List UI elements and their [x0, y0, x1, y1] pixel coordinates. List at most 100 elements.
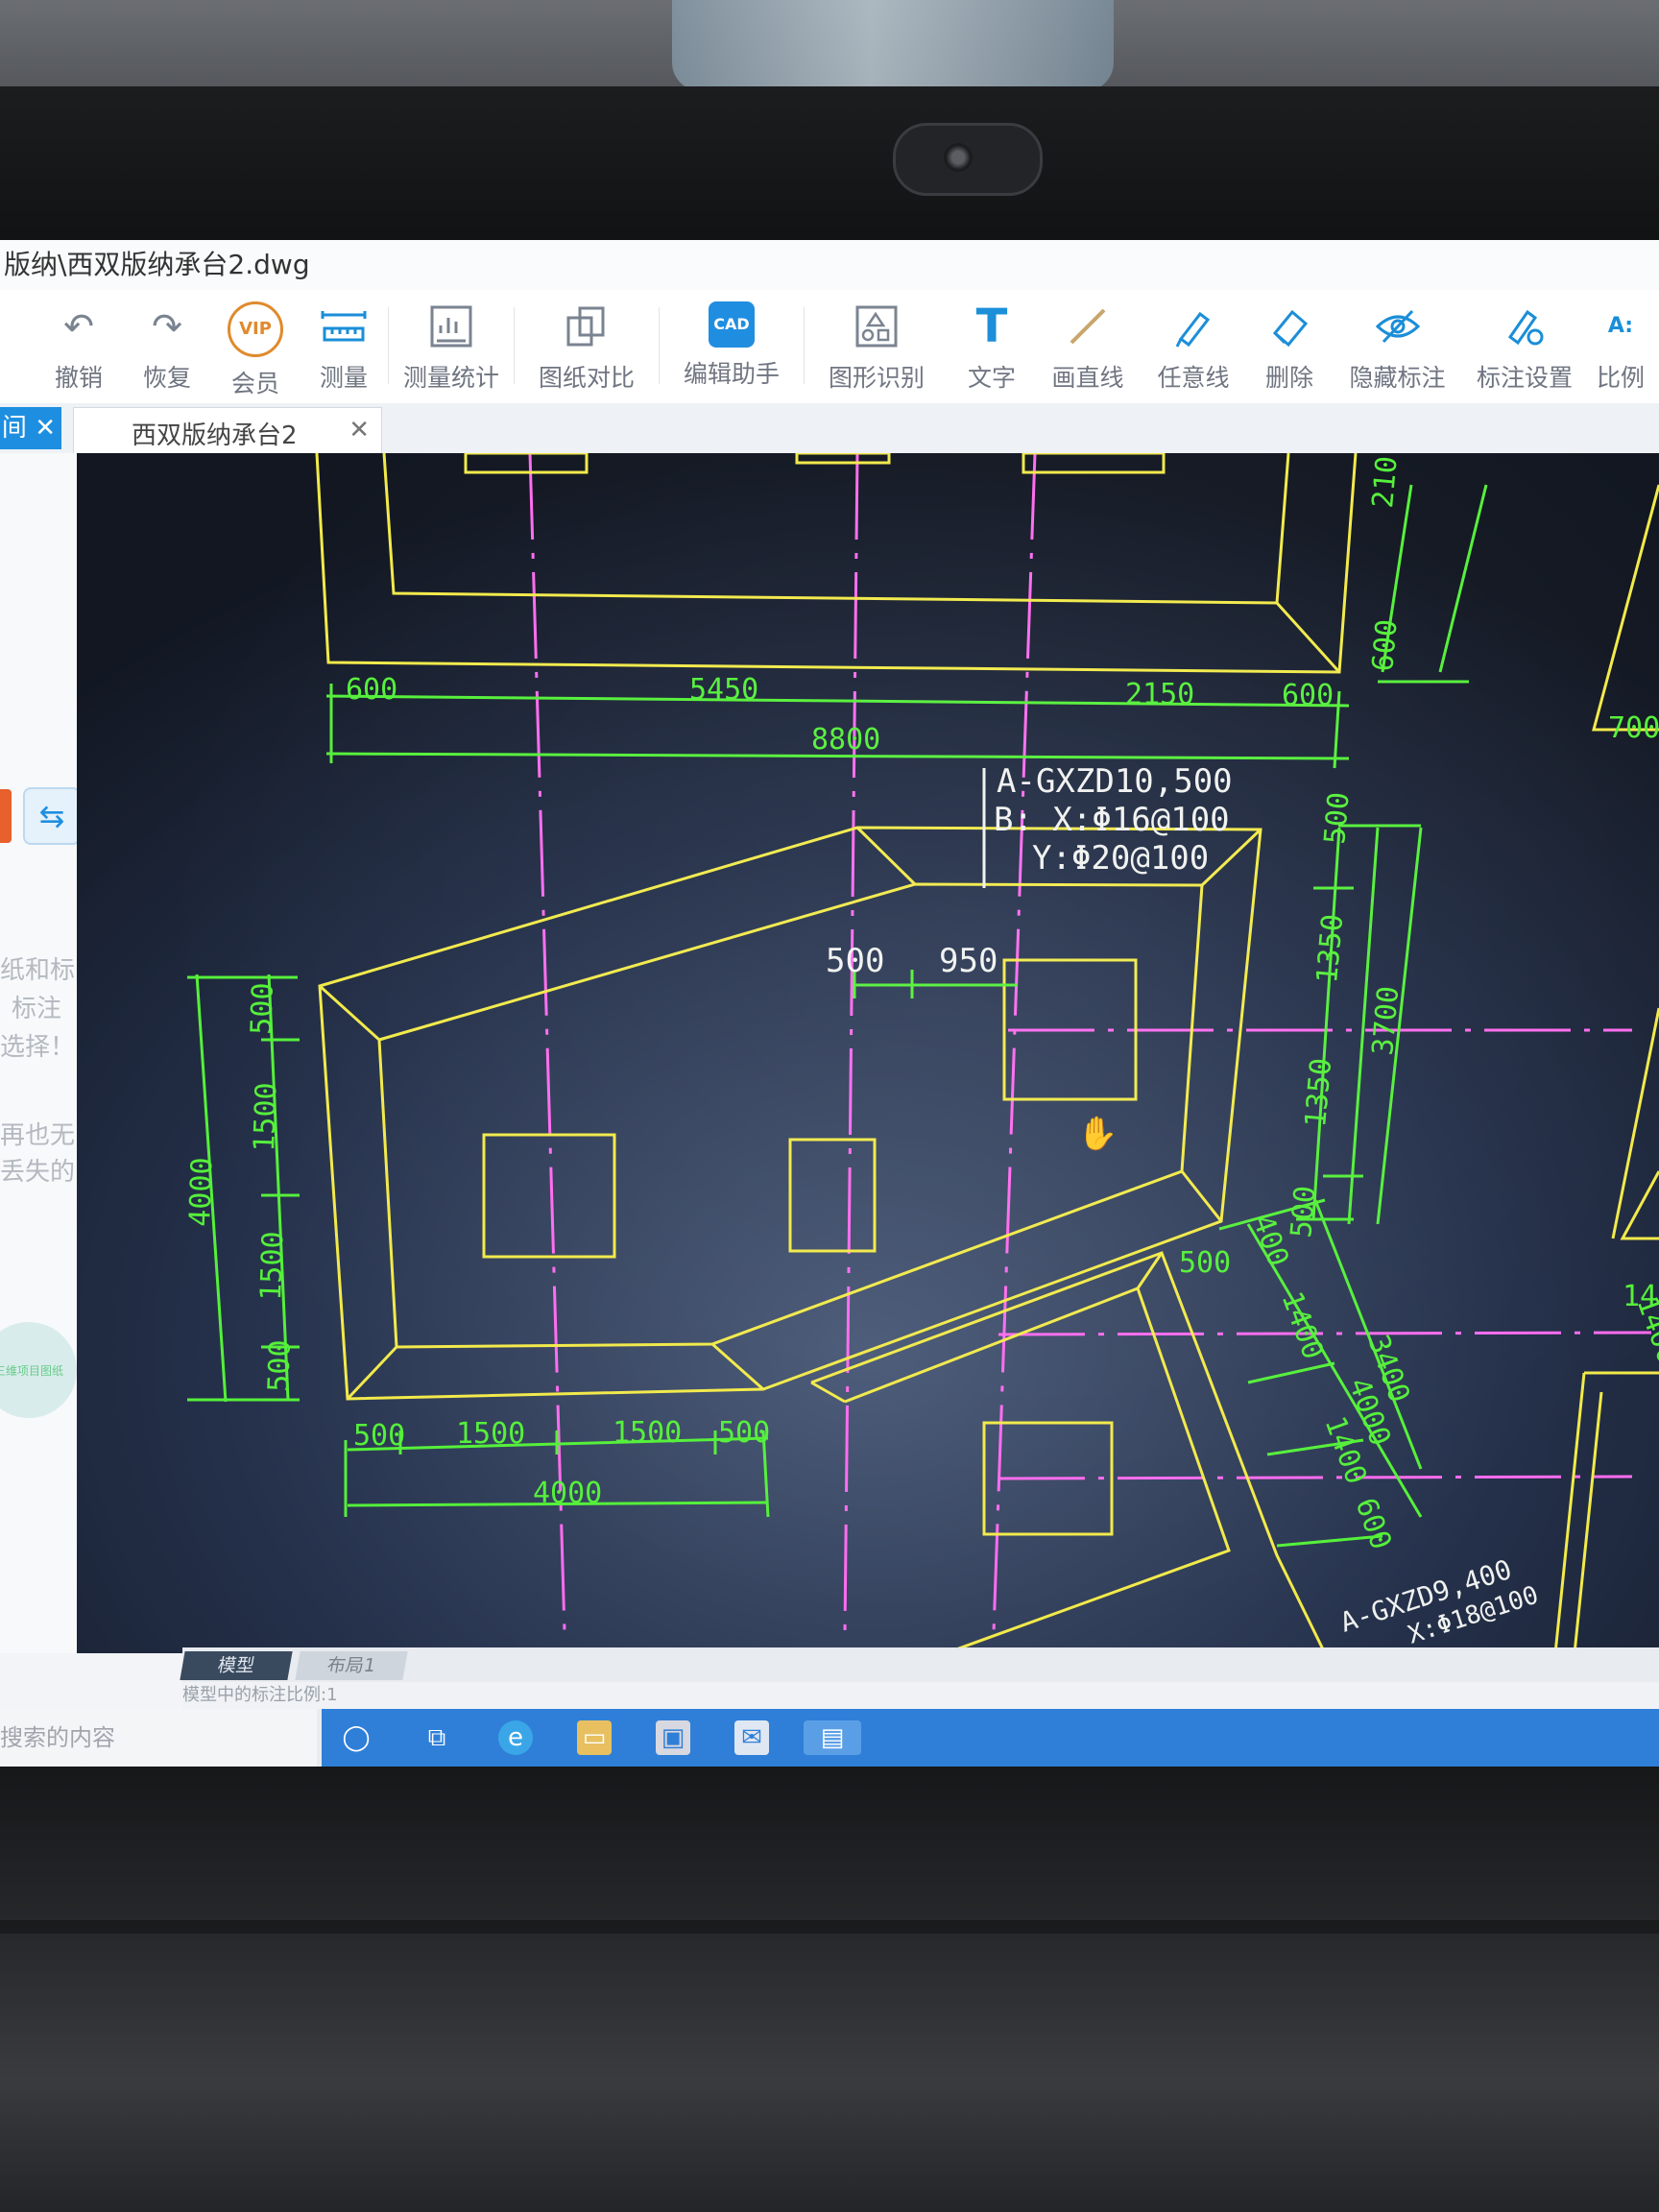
redo-icon: ↷ [152, 305, 182, 348]
cad-background [77, 453, 1659, 1653]
pen-icon [1168, 301, 1218, 351]
document-tabbar: 间 ✕ 西双版纳承台2 ✕ [0, 403, 1659, 453]
shape-recognize-button[interactable]: 图形识别 [805, 290, 949, 403]
dim-text: 4000 [533, 1477, 602, 1510]
undo-icon: ↶ [63, 305, 94, 348]
dim-text: 1500 [248, 1082, 284, 1152]
dim-text: 4000 [183, 1157, 220, 1227]
dim-text: 500 [245, 982, 280, 1035]
taskbar-search[interactable]: 搜索的内容 [0, 1709, 317, 1767]
panel-text: 纸和标 [0, 956, 76, 985]
dim-text: 500 [718, 1416, 770, 1450]
taskbar: 搜索的内容 ◯ ⧉ e ▭ ▣ ✉ ▤ [0, 1709, 1659, 1767]
line-icon [1063, 301, 1113, 351]
orange-side-button[interactable] [0, 789, 12, 843]
measure-stats-icon [426, 301, 476, 351]
dim-text: 2150 [1125, 678, 1194, 711]
webcam [893, 123, 1043, 196]
compare-icon [562, 301, 612, 351]
status-bar: 模型中的标注比例:1 [182, 1682, 1659, 1709]
laptop-hinge [0, 1920, 1659, 1934]
dim-text: 600 [346, 673, 397, 707]
dim-text: 500 [1179, 1246, 1231, 1280]
water-bottle [672, 0, 1114, 91]
measure-button[interactable]: 测量 [300, 290, 388, 403]
redo-button[interactable]: ↷ 恢复 [123, 290, 211, 403]
annotation-text: B: X:Φ16@100 [994, 801, 1230, 839]
layout-tabs: 模型 布局1 [180, 1647, 1659, 1682]
tab-model[interactable]: 模型 [180, 1651, 293, 1680]
tab-previous-document[interactable]: 间 ✕ [0, 407, 61, 449]
sync-icon: ⇆ [38, 798, 65, 834]
vip-icon: VIP [228, 301, 283, 357]
measure-icon [319, 301, 369, 351]
cad-viewer-app-icon[interactable]: ▤ [804, 1720, 861, 1755]
vip-button[interactable]: VIP 会员 [211, 290, 300, 403]
dim-text: 3700 [1366, 985, 1406, 1057]
file-explorer-icon[interactable]: ▭ [577, 1720, 612, 1755]
edge-browser-icon[interactable]: e [498, 1720, 533, 1755]
task-view-icon[interactable]: ⧉ [420, 1720, 454, 1755]
cad-edit-icon: CAD [709, 301, 755, 348]
edit-assistant-button[interactable]: CAD 编辑助手 [660, 290, 804, 403]
store-icon[interactable]: ▣ [656, 1720, 690, 1755]
freehand-line-button[interactable]: 任意线 [1141, 290, 1246, 403]
compare-button[interactable]: 图纸对比 [515, 290, 659, 403]
measure-stats-button[interactable]: 测量统计 [389, 290, 514, 403]
dim-text: 1500 [613, 1416, 682, 1450]
laptop-screen: 版纳\西双版纳承台2.dwg ↶ 撤销 ↷ 恢复 VIP 会员 测量 测量统计 [0, 240, 1659, 1767]
panel-text: 再也无 [0, 1121, 76, 1150]
taskbar-icons: ◯ ⧉ e ▭ ▣ ✉ ▤ [322, 1709, 1659, 1767]
dim-text: 1500 [456, 1417, 525, 1451]
tab-layout1[interactable]: 布局1 [295, 1651, 408, 1680]
dim-text: 1350 [1299, 1057, 1338, 1129]
text-button[interactable]: T 文字 [949, 290, 1035, 403]
draw-line-button[interactable]: 画直线 [1035, 290, 1141, 403]
toolbar-edge [0, 290, 35, 403]
tab-label: 西双版纳承台2 [132, 421, 298, 450]
dim-text: 5450 [689, 673, 758, 707]
scale-icon: A: [1607, 314, 1634, 338]
sync-button[interactable]: ⇆ [23, 787, 81, 845]
panel-text: 标注 [12, 995, 62, 1023]
dim-text: 500 [826, 942, 884, 980]
undo-button[interactable]: ↶ 撤销 [35, 290, 123, 403]
mail-icon[interactable]: ✉ [734, 1720, 769, 1755]
promo-thumbnail[interactable]: 三维项目图纸 [0, 1322, 77, 1418]
cortana-icon[interactable]: ◯ [339, 1720, 373, 1755]
annotation-text: Y:Φ20@100 [1032, 839, 1209, 878]
window-title: 版纳\西双版纳承台2.dwg [0, 240, 1659, 290]
dim-text: 210 [1366, 455, 1405, 510]
annotation-settings-icon [1500, 301, 1550, 351]
dim-text: 600 [1282, 679, 1334, 712]
hide-annotation-button[interactable]: 隐藏标注 [1333, 290, 1462, 403]
cad-viewport[interactable]: 600 5450 2150 600 8800 210 600 700 500 1… [77, 453, 1659, 1653]
dim-text: 600 [1366, 618, 1405, 673]
hand-cursor-icon: ✋ [1077, 1115, 1118, 1153]
dim-text: 500 [1285, 1185, 1323, 1239]
shape-recognize-icon [852, 301, 902, 351]
dim-text: 700 [1608, 711, 1659, 745]
dim-text: 8800 [811, 723, 880, 757]
tab-active-document[interactable]: 西双版纳承台2 ✕ [73, 407, 382, 453]
eye-hide-icon [1373, 301, 1423, 351]
dim-text: 1350 [1310, 913, 1350, 985]
panel-text: 丢失的 [0, 1158, 76, 1187]
eraser-icon [1264, 301, 1314, 351]
annotation-settings-button[interactable]: 标注设置 [1462, 290, 1587, 403]
laptop-bezel-top [0, 86, 1659, 250]
close-icon[interactable]: ✕ [349, 416, 370, 445]
close-icon[interactable]: ✕ [35, 414, 56, 443]
dim-text: 1500 [254, 1231, 291, 1301]
delete-button[interactable]: 删除 [1246, 290, 1333, 403]
dim-text: 500 [262, 1339, 298, 1392]
dim-text: 950 [939, 942, 998, 980]
scale-button[interactable]: A: 比例 [1587, 290, 1654, 403]
annotation-text: A-GXZD10,500 [997, 762, 1233, 801]
laptop-bezel-bottom [0, 1767, 1659, 2212]
text-icon: T [975, 300, 1008, 353]
dim-text: 500 [1318, 791, 1357, 846]
toolbar: ↶ 撤销 ↷ 恢复 VIP 会员 测量 测量统计 图纸对比 CAD 编辑助手 图… [0, 290, 1659, 404]
svg-text:✋: ✋ [1077, 1115, 1118, 1153]
dim-text: 500 [353, 1419, 405, 1453]
